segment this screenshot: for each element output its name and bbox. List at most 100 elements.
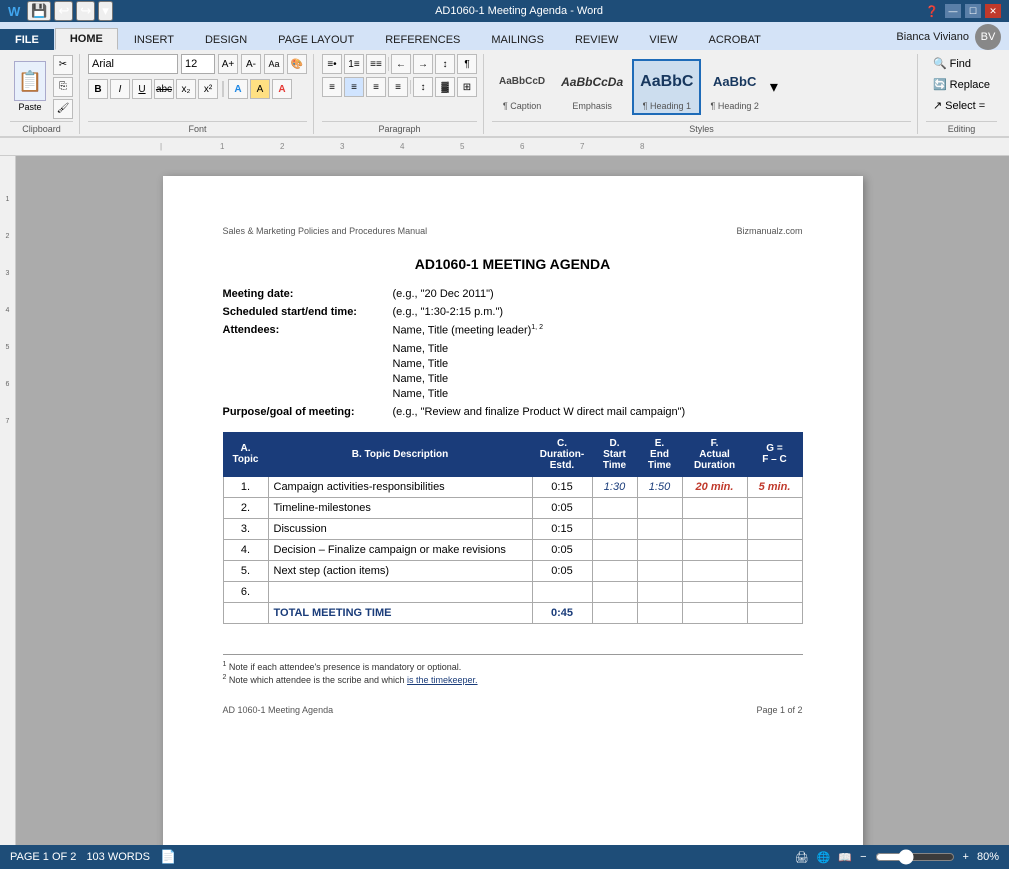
style-caption[interactable]: AaBbCcD ¶ Caption <box>492 60 552 114</box>
decrease-indent-button[interactable]: ← <box>391 54 411 74</box>
paragraph-group: ≡• 1≡ ≡≡ ← → ↕ ¶ ≡ ≡ ≡ ≡ ↕ ▓ ⊞ Paragraph <box>318 54 484 134</box>
save-button[interactable]: 💾 <box>27 1 51 21</box>
table-row: 6. <box>223 581 802 602</box>
superscript-button[interactable]: x² <box>198 79 218 99</box>
style-heading1[interactable]: AaBbC ¶ Heading 1 <box>632 59 701 115</box>
format-painter-button[interactable]: 🖌 <box>53 99 73 119</box>
view-web-icon[interactable]: 🌐 <box>817 851 831 864</box>
align-center-button[interactable]: ≡ <box>344 77 364 97</box>
line-spacing-button[interactable]: ↕ <box>413 77 433 97</box>
row5-end <box>637 560 682 581</box>
font-name-input[interactable] <box>88 54 178 74</box>
find-button[interactable]: 🔍 Find <box>926 54 978 73</box>
align-left-button[interactable]: ≡ <box>322 77 342 97</box>
row5-actual <box>682 560 747 581</box>
tab-home[interactable]: HOME <box>55 28 118 50</box>
italic-button[interactable]: I <box>110 79 130 99</box>
paste-button[interactable]: 📋 Paste <box>10 59 50 114</box>
sort-button[interactable]: ↕ <box>435 54 455 74</box>
table-row: 3. Discussion 0:15 <box>223 518 802 539</box>
col-end: E.EndTime <box>637 432 682 476</box>
tab-file[interactable]: FILE <box>0 29 54 50</box>
attendee-2: Name, Title <box>393 358 803 370</box>
bullets-button[interactable]: ≡• <box>322 54 342 74</box>
align-right-button[interactable]: ≡ <box>366 77 386 97</box>
numbering-button[interactable]: 1≡ <box>344 54 364 74</box>
zoom-in-icon[interactable]: + <box>963 851 969 863</box>
bold-button[interactable]: B <box>88 79 108 99</box>
meeting-date-label: Meeting date: <box>223 288 393 300</box>
clear-formatting-button[interactable]: 🎨 <box>287 54 307 74</box>
replace-icon: 🔄 <box>933 78 947 91</box>
justify-button[interactable]: ≡ <box>388 77 408 97</box>
strikethrough-button[interactable]: abc <box>154 79 174 99</box>
paste-icon: 📋 <box>14 61 46 101</box>
col-actual: F.ActualDuration <box>682 432 747 476</box>
tab-page-layout[interactable]: PAGE LAYOUT <box>263 29 369 50</box>
row1-g: 5 min. <box>747 476 802 497</box>
editing-group: 🔍 Find 🔄 Replace ↗ Select = Editing <box>922 54 1003 134</box>
subscript-button[interactable]: x₂ <box>176 79 196 99</box>
total-label: TOTAL MEETING TIME <box>268 602 532 623</box>
tab-review[interactable]: REVIEW <box>560 29 633 50</box>
redo-button[interactable]: ↪ <box>76 1 95 21</box>
row6-start <box>592 581 637 602</box>
select-icon: ↗ <box>933 99 942 112</box>
view-print-icon[interactable]: 🖨 <box>795 851 809 864</box>
proofing-icon[interactable]: 📄 <box>160 849 176 865</box>
document-area[interactable]: Sales & Marketing Policies and Procedure… <box>16 156 1009 845</box>
tab-references[interactable]: REFERENCES <box>370 29 475 50</box>
scheduled-time-row: Scheduled start/end time: (e.g., "1:30-2… <box>223 306 803 318</box>
tab-mailings[interactable]: MAILINGS <box>476 29 559 50</box>
page-footer-left: AD 1060-1 Meeting Agenda <box>223 705 334 715</box>
change-case-button[interactable]: Aa <box>264 54 284 74</box>
text-highlight-button[interactable]: A <box>250 79 270 99</box>
styles-label: Styles <box>492 121 911 134</box>
style-heading2[interactable]: AaBbC ¶ Heading 2 <box>703 60 765 114</box>
tab-insert[interactable]: INSERT <box>119 29 189 50</box>
footnote-link[interactable]: is the timekeeper. <box>407 675 478 685</box>
minimize-button[interactable]: — <box>945 4 961 18</box>
underline-button[interactable]: U <box>132 79 152 99</box>
user-area: Bianca Viviano BV <box>777 24 1009 50</box>
show-formatting-button[interactable]: ¶ <box>457 54 477 74</box>
increase-font-button[interactable]: A+ <box>218 54 238 74</box>
ribbon-tabs: FILE HOME INSERT DESIGN PAGE LAYOUT REFE… <box>0 22 1009 50</box>
tab-design[interactable]: DESIGN <box>190 29 262 50</box>
tab-view[interactable]: VIEW <box>634 29 692 50</box>
cut-button[interactable]: ✂ <box>53 55 73 75</box>
text-effects-button[interactable]: A <box>228 79 248 99</box>
qa-dropdown-button[interactable]: ▾ <box>98 1 113 21</box>
undo-button[interactable]: ↩ <box>54 1 73 21</box>
replace-button[interactable]: 🔄 Replace <box>926 75 997 94</box>
font-size-input[interactable] <box>181 54 215 74</box>
tab-acrobat[interactable]: ACROBAT <box>693 29 775 50</box>
styles-arrow[interactable]: ▾ <box>768 75 780 99</box>
row4-end <box>637 539 682 560</box>
row1-start: 1:30 <box>592 476 637 497</box>
col-duration: C.Duration-Estd. <box>532 432 592 476</box>
select-button[interactable]: ↗ Select = <box>926 96 992 115</box>
row3-start <box>592 518 637 539</box>
row2-desc: Timeline-milestones <box>268 497 532 518</box>
row2-start <box>592 497 637 518</box>
view-focus-icon[interactable]: 📖 <box>838 851 852 864</box>
zoom-slider[interactable] <box>875 849 955 865</box>
multilevel-list-button[interactable]: ≡≡ <box>366 54 386 74</box>
style-emphasis[interactable]: AaBbCcDa Emphasis <box>554 60 630 114</box>
agenda-table: A.Topic B. Topic Description C.Duration-… <box>223 432 803 624</box>
row3-dur: 0:15 <box>532 518 592 539</box>
row4-g <box>747 539 802 560</box>
borders-button[interactable]: ⊞ <box>457 77 477 97</box>
shading-button[interactable]: ▓ <box>435 77 455 97</box>
copy-button[interactable]: ⎘ <box>53 77 73 97</box>
word-icon: W <box>8 4 20 19</box>
row4-start <box>592 539 637 560</box>
increase-indent-button[interactable]: → <box>413 54 433 74</box>
decrease-font-button[interactable]: A- <box>241 54 261 74</box>
row6-g <box>747 581 802 602</box>
maximize-button[interactable]: ☐ <box>965 4 981 18</box>
zoom-out-icon[interactable]: − <box>860 851 866 863</box>
font-color-button[interactable]: A <box>272 79 292 99</box>
close-button[interactable]: ✕ <box>985 4 1001 18</box>
